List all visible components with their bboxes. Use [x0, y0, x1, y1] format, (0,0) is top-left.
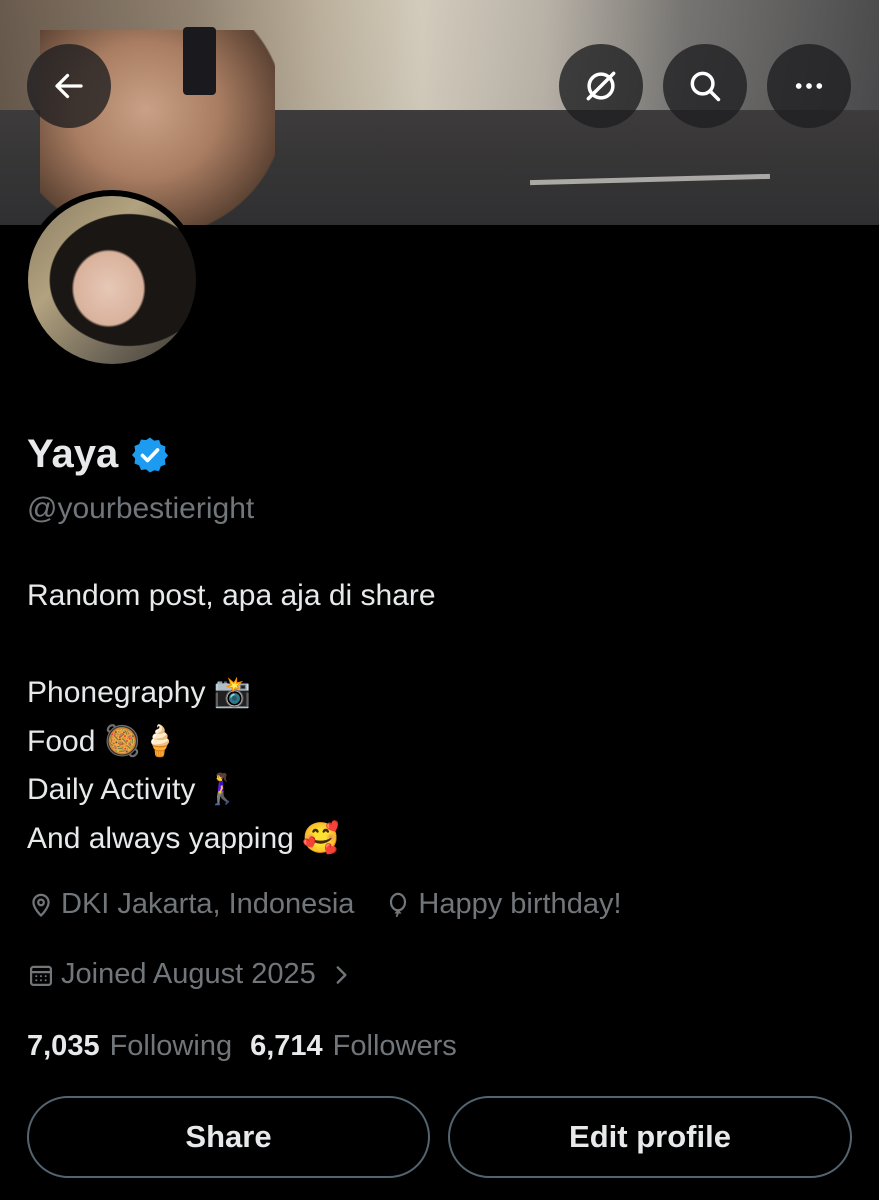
share-button[interactable]: Share — [27, 1096, 430, 1178]
following-label: Following — [109, 1030, 233, 1062]
follow-stats: 7,035 Following 6,714 Followers — [27, 1030, 457, 1063]
bio-line: Daily Activity 🚶‍♀️ — [27, 773, 242, 806]
chevron-right-icon — [336, 965, 347, 984]
more-button[interactable] — [767, 44, 851, 128]
bio-spacer — [27, 621, 436, 670]
balloon-icon — [390, 892, 407, 917]
followers-link[interactable]: 6,714 Followers — [250, 1030, 457, 1063]
followers-count: 6,714 — [250, 1030, 323, 1062]
followers-label: Followers — [332, 1030, 457, 1062]
profile-meta: DKI Jakarta, Indonesia Happy birthday! — [27, 888, 622, 921]
birthday-item: Happy birthday! — [384, 888, 622, 921]
edit-profile-button[interactable]: Edit profile — [448, 1096, 852, 1178]
joined-item[interactable]: Joined August 2025 — [27, 958, 354, 991]
grok-icon — [586, 71, 616, 101]
bio-line: Phonegraphy 📸 — [27, 676, 252, 709]
following-link[interactable]: 7,035 Following — [27, 1030, 232, 1063]
location-item: DKI Jakarta, Indonesia — [27, 888, 354, 921]
display-name: Yaya — [27, 432, 119, 476]
calendar-icon — [29, 965, 53, 986]
search-icon — [690, 71, 721, 102]
location-text: DKI Jakarta, Indonesia — [61, 888, 355, 920]
username-handle: @yourbestieright — [27, 492, 255, 525]
bio-line: Food 🥘🍦 — [27, 724, 179, 758]
joined-row[interactable]: Joined August 2025 — [27, 958, 354, 991]
bio-line: And always yapping 🥰 — [27, 821, 340, 855]
avatar — [28, 196, 196, 364]
bio-line: Random post, apa aja di share — [27, 579, 436, 612]
avatar-frame[interactable] — [22, 190, 202, 370]
birthday-text: Happy birthday! — [418, 888, 622, 920]
verified-badge-icon[interactable] — [130, 435, 170, 475]
back-button[interactable] — [27, 44, 111, 128]
more-horizontal-icon — [795, 83, 823, 89]
following-count: 7,035 — [27, 1030, 100, 1062]
arrow-left-icon — [55, 73, 83, 99]
profile-bio: Random post, apa aja di share Phonegraph… — [27, 572, 436, 863]
search-button[interactable] — [663, 44, 747, 128]
grok-button[interactable] — [559, 44, 643, 128]
location-pin-icon — [32, 893, 50, 917]
joined-text: Joined August 2025 — [61, 958, 316, 990]
name-row: Yaya — [27, 432, 170, 477]
banner-phone — [183, 27, 216, 95]
